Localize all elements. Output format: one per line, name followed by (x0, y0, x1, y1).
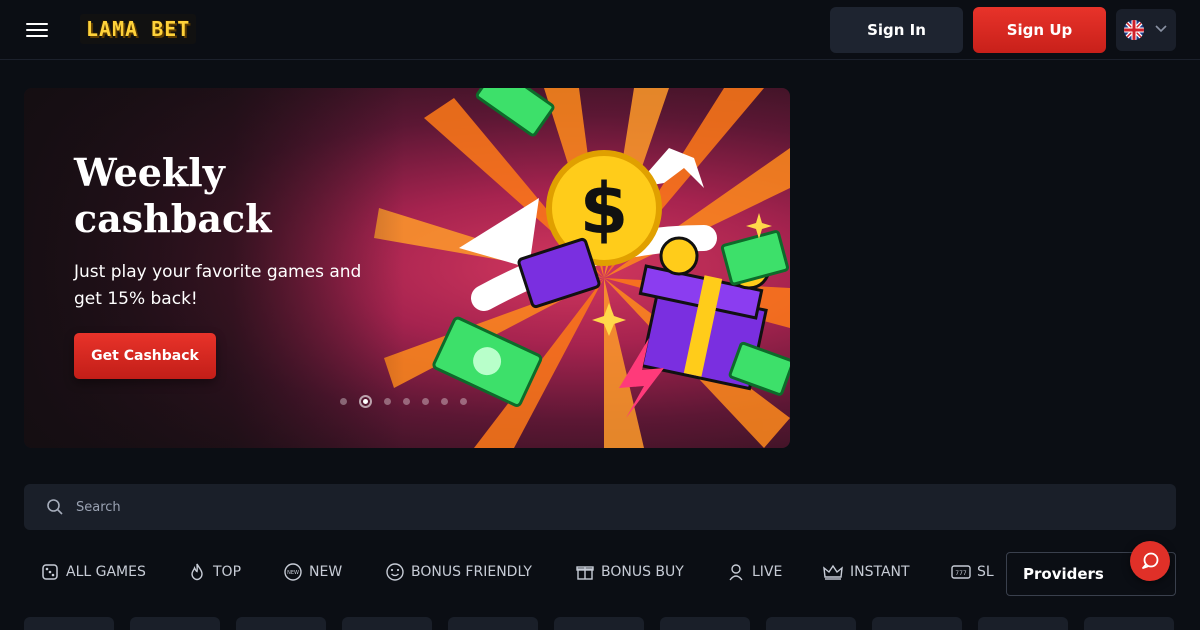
tab-label: INSTANT (850, 564, 910, 580)
carousel-dot-active[interactable] (359, 394, 372, 408)
top-bar: LAMA BET Sign In Sign Up (0, 0, 1200, 60)
svg-text:777: 777 (955, 570, 967, 577)
language-selector[interactable] (1116, 9, 1176, 51)
carousel-dot[interactable] (441, 397, 448, 405)
game-tile[interactable] (766, 617, 856, 630)
game-tile[interactable] (1084, 617, 1174, 630)
tab-label: BONUS BUY (601, 564, 684, 580)
logo[interactable]: LAMA BET (80, 14, 197, 44)
carousel-dots (340, 394, 467, 408)
menu-hamburger-icon[interactable] (26, 19, 52, 41)
tab-instant[interactable]: INSTANT (822, 562, 910, 582)
game-tile[interactable] (342, 617, 432, 630)
game-tile[interactable] (554, 617, 644, 630)
game-tile[interactable] (130, 617, 220, 630)
uk-flag-icon (1124, 20, 1144, 40)
carousel-dot[interactable] (340, 397, 347, 405)
game-tile[interactable] (660, 617, 750, 630)
tab-top[interactable]: TOP (187, 562, 241, 582)
svg-text:NEW: NEW (287, 570, 299, 576)
crown-icon (823, 564, 843, 580)
carousel-dot[interactable] (403, 397, 410, 405)
chevron-down-icon (1155, 25, 1167, 33)
search-bar[interactable] (24, 484, 1176, 530)
new-badge-icon: NEW (284, 563, 302, 581)
tab-slots[interactable]: 777 SL (951, 562, 994, 582)
tab-bonus-buy[interactable]: BONUS BUY (575, 562, 684, 582)
carousel-dot[interactable] (384, 397, 391, 405)
sign-up-button[interactable]: Sign Up (973, 7, 1106, 53)
carousel-dot[interactable] (460, 397, 467, 405)
dice-icon (42, 564, 58, 580)
tab-live[interactable]: LIVE (726, 562, 782, 582)
sign-in-button[interactable]: Sign In (830, 7, 963, 53)
game-tiles-row (24, 617, 1176, 630)
game-tile[interactable] (448, 617, 538, 630)
tab-new[interactable]: NEW NEW (283, 562, 342, 582)
game-tile[interactable] (872, 617, 962, 630)
tab-label: SL (977, 564, 994, 580)
slots-777-icon: 777 (951, 565, 971, 579)
svg-text:$: $ (580, 168, 629, 250)
get-cashback-button[interactable]: Get Cashback (74, 333, 216, 379)
game-tile[interactable] (978, 617, 1068, 630)
category-tabs: ALL GAMES TOP NEW NEW BONUS FRIENDLY BON… (24, 552, 996, 592)
tab-label: BONUS FRIENDLY (411, 564, 532, 580)
dealer-icon (729, 564, 743, 581)
tab-label: ALL GAMES (66, 564, 146, 580)
promo-banner[interactable]: $ Weekly cashback Just play your favorit… (24, 88, 790, 448)
gift-icon (576, 566, 594, 580)
search-icon (47, 499, 63, 515)
tab-label: LIVE (752, 564, 783, 580)
live-chat-button[interactable] (1130, 541, 1170, 581)
game-tile[interactable] (236, 617, 326, 630)
carousel-dot[interactable] (422, 397, 429, 405)
chat-bubble-icon (1142, 552, 1159, 569)
flame-icon (191, 563, 203, 581)
tab-bonus-friendly[interactable]: BONUS FRIENDLY (385, 562, 532, 582)
banner-subtitle: Just play your favorite games and get 15… (74, 262, 362, 309)
tab-label: TOP (213, 564, 242, 580)
tab-label: NEW (309, 564, 343, 580)
tab-all-games[interactable]: ALL GAMES (40, 562, 146, 582)
banner-title: Weekly cashback (74, 150, 272, 241)
smiley-icon (386, 563, 404, 581)
search-input[interactable] (76, 492, 1156, 522)
game-tile[interactable] (24, 617, 114, 630)
